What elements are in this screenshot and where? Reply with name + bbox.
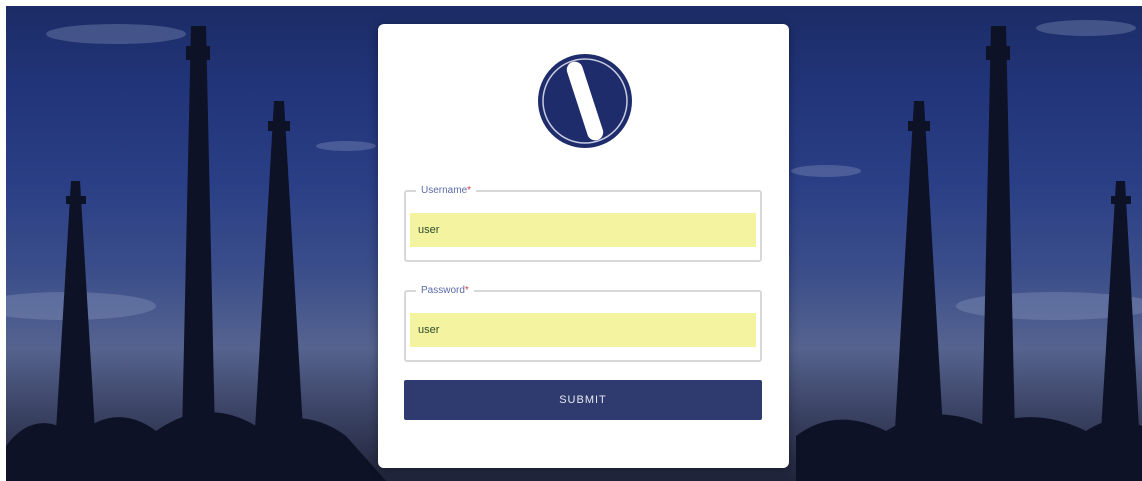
username-label: Username* xyxy=(416,184,477,198)
username-field: Username* xyxy=(404,184,762,262)
password-label: Password* xyxy=(416,284,474,298)
submit-button[interactable]: SUBMIT xyxy=(404,380,762,420)
password-required-mark: * xyxy=(464,285,469,296)
password-field: Password* xyxy=(404,284,762,362)
brand-logo-icon xyxy=(538,54,632,148)
login-card: Username* Password* SUBMIT xyxy=(378,24,789,468)
password-input[interactable] xyxy=(410,313,756,347)
username-required-mark: * xyxy=(467,185,472,196)
username-input[interactable] xyxy=(410,213,756,247)
